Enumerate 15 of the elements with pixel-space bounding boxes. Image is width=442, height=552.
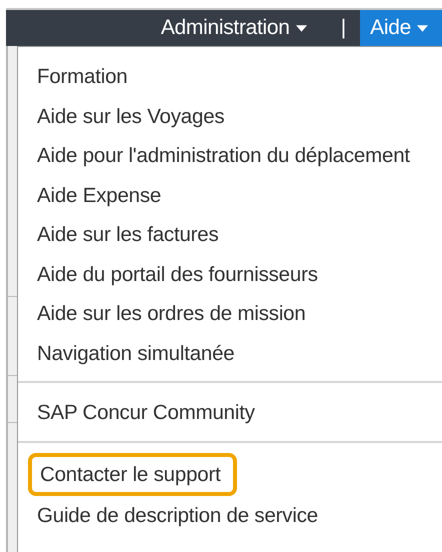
menu-item[interactable]: SAP Concur Community bbox=[18, 393, 442, 432]
menu-item[interactable]: Contacter le support bbox=[28, 452, 237, 496]
nav-separator: | bbox=[340, 15, 348, 41]
menu-item[interactable]: Guide de description de service bbox=[18, 496, 442, 535]
caret-icon bbox=[296, 24, 307, 32]
menu-item[interactable]: Aide sur les ordres de mission bbox=[18, 294, 442, 334]
menu-item[interactable]: Aide pour l'administration du déplacement bbox=[18, 136, 442, 176]
menu-item[interactable]: Navigation simultanée bbox=[18, 334, 442, 373]
menu-item[interactable]: Formation bbox=[18, 57, 442, 96]
menu-item[interactable]: Aide Expense bbox=[18, 176, 442, 215]
menu-item[interactable]: Aide sur les Voyages bbox=[18, 96, 442, 136]
caret-icon bbox=[417, 24, 428, 32]
nav-menu-button[interactable]: Aide bbox=[360, 10, 442, 46]
menu-item[interactable]: Aide sur les factures bbox=[18, 215, 442, 254]
menu-item[interactable]: Aide du portail des fournisseurs bbox=[18, 254, 442, 294]
